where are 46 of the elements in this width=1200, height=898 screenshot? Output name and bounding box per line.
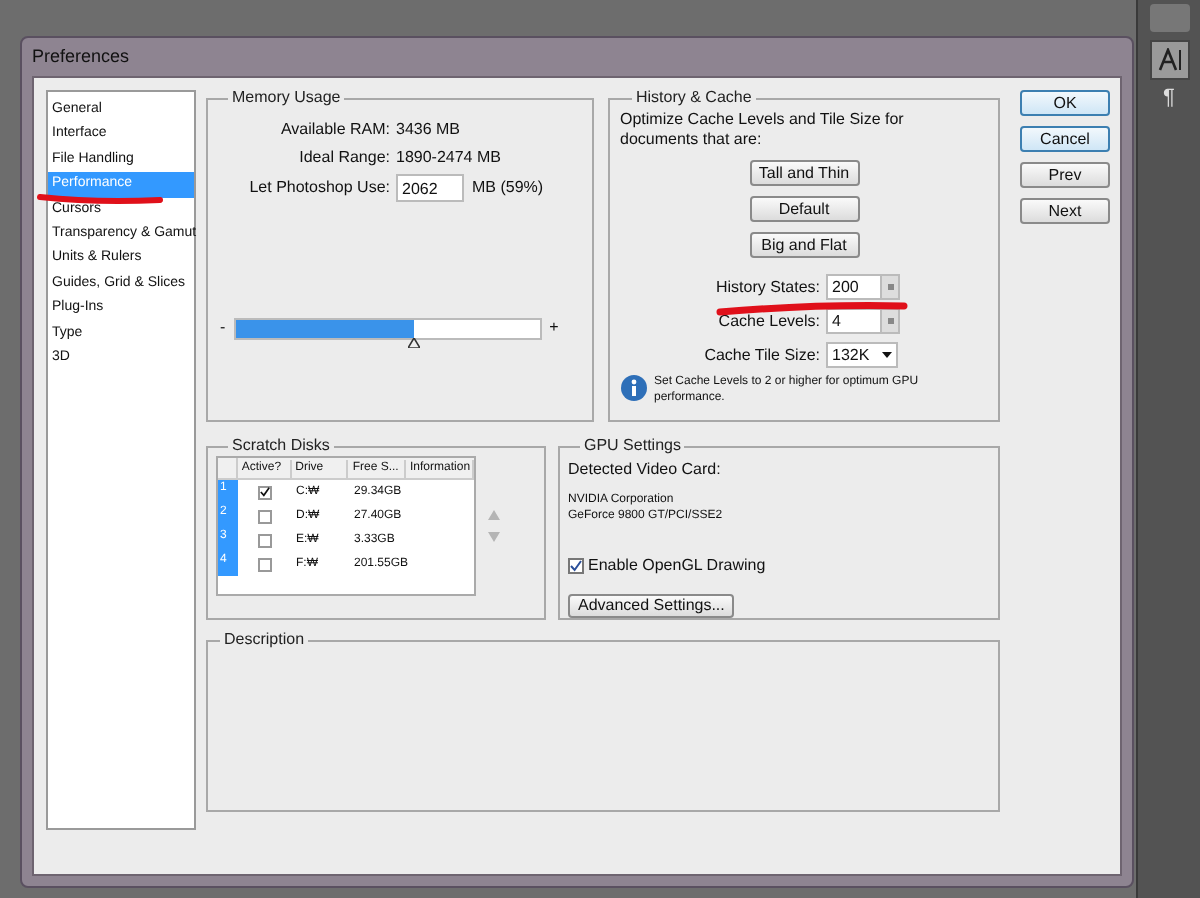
window-title: Preferences (32, 43, 130, 70)
memory-input[interactable]: 2062 (396, 174, 464, 202)
button[interactable]: Default (749, 196, 859, 222)
checkbox[interactable] (258, 509, 272, 523)
button[interactable]: Big and Flat (749, 232, 859, 258)
button[interactable]: Advanced Settings... (568, 594, 735, 618)
checkbox[interactable] (568, 558, 584, 574)
checkbox[interactable] (258, 485, 272, 499)
field-label: Cache Levels: (716, 309, 822, 333)
button[interactable]: Tall and Thin (749, 160, 859, 186)
character-panel-icon[interactable] (1149, 40, 1189, 80)
button[interactable]: Next (1020, 198, 1110, 224)
spin-field[interactable]: 200 (826, 274, 900, 300)
button[interactable]: Prev (1020, 162, 1110, 188)
reorder-arrows-icon (488, 510, 500, 542)
group-title: Scratch Disks (230, 438, 332, 454)
button[interactable]: OK (1020, 90, 1110, 116)
marker-stroke (36, 194, 164, 206)
info-icon (620, 374, 648, 402)
ram-value: 3436 MB (396, 118, 461, 142)
group-title: Memory Usage (230, 90, 343, 106)
field-label: Ideal Range: (297, 146, 392, 170)
unit-label: MB (59%) (472, 176, 544, 200)
field-label: Let Photoshop Use: (247, 176, 392, 200)
tile-size-dropdown[interactable]: 132K (826, 342, 898, 368)
button[interactable]: Cancel (1020, 126, 1110, 152)
group-title: Description (222, 632, 307, 648)
detected-label: Detected Video Card: (568, 458, 723, 482)
spin-field[interactable]: 4 (826, 308, 900, 334)
field-label: Cache Tile Size: (702, 343, 822, 367)
field-value: 200 (830, 275, 861, 299)
paragraph-panel-icon[interactable]: ¶ (1163, 88, 1175, 110)
dropdown-value: 132K (832, 343, 870, 367)
checkbox[interactable] (258, 533, 272, 547)
intro-text: Optimize Cache Levels and Tile Size for documents that are: (620, 110, 906, 150)
field-label: History States: (713, 275, 822, 299)
caret-icon (882, 352, 892, 358)
checkbox-label: Enable OpenGL Drawing (588, 554, 766, 578)
checkbox[interactable] (258, 557, 272, 571)
minus-label: - (220, 316, 226, 340)
group-title: History & Cache (634, 90, 754, 106)
group-title: GPU Settings (582, 438, 683, 454)
plus-label: + (549, 316, 559, 340)
field-label: Available RAM: (278, 118, 392, 142)
range-value: 1890-2474 MB (396, 146, 501, 170)
field-value: 4 (830, 309, 843, 333)
